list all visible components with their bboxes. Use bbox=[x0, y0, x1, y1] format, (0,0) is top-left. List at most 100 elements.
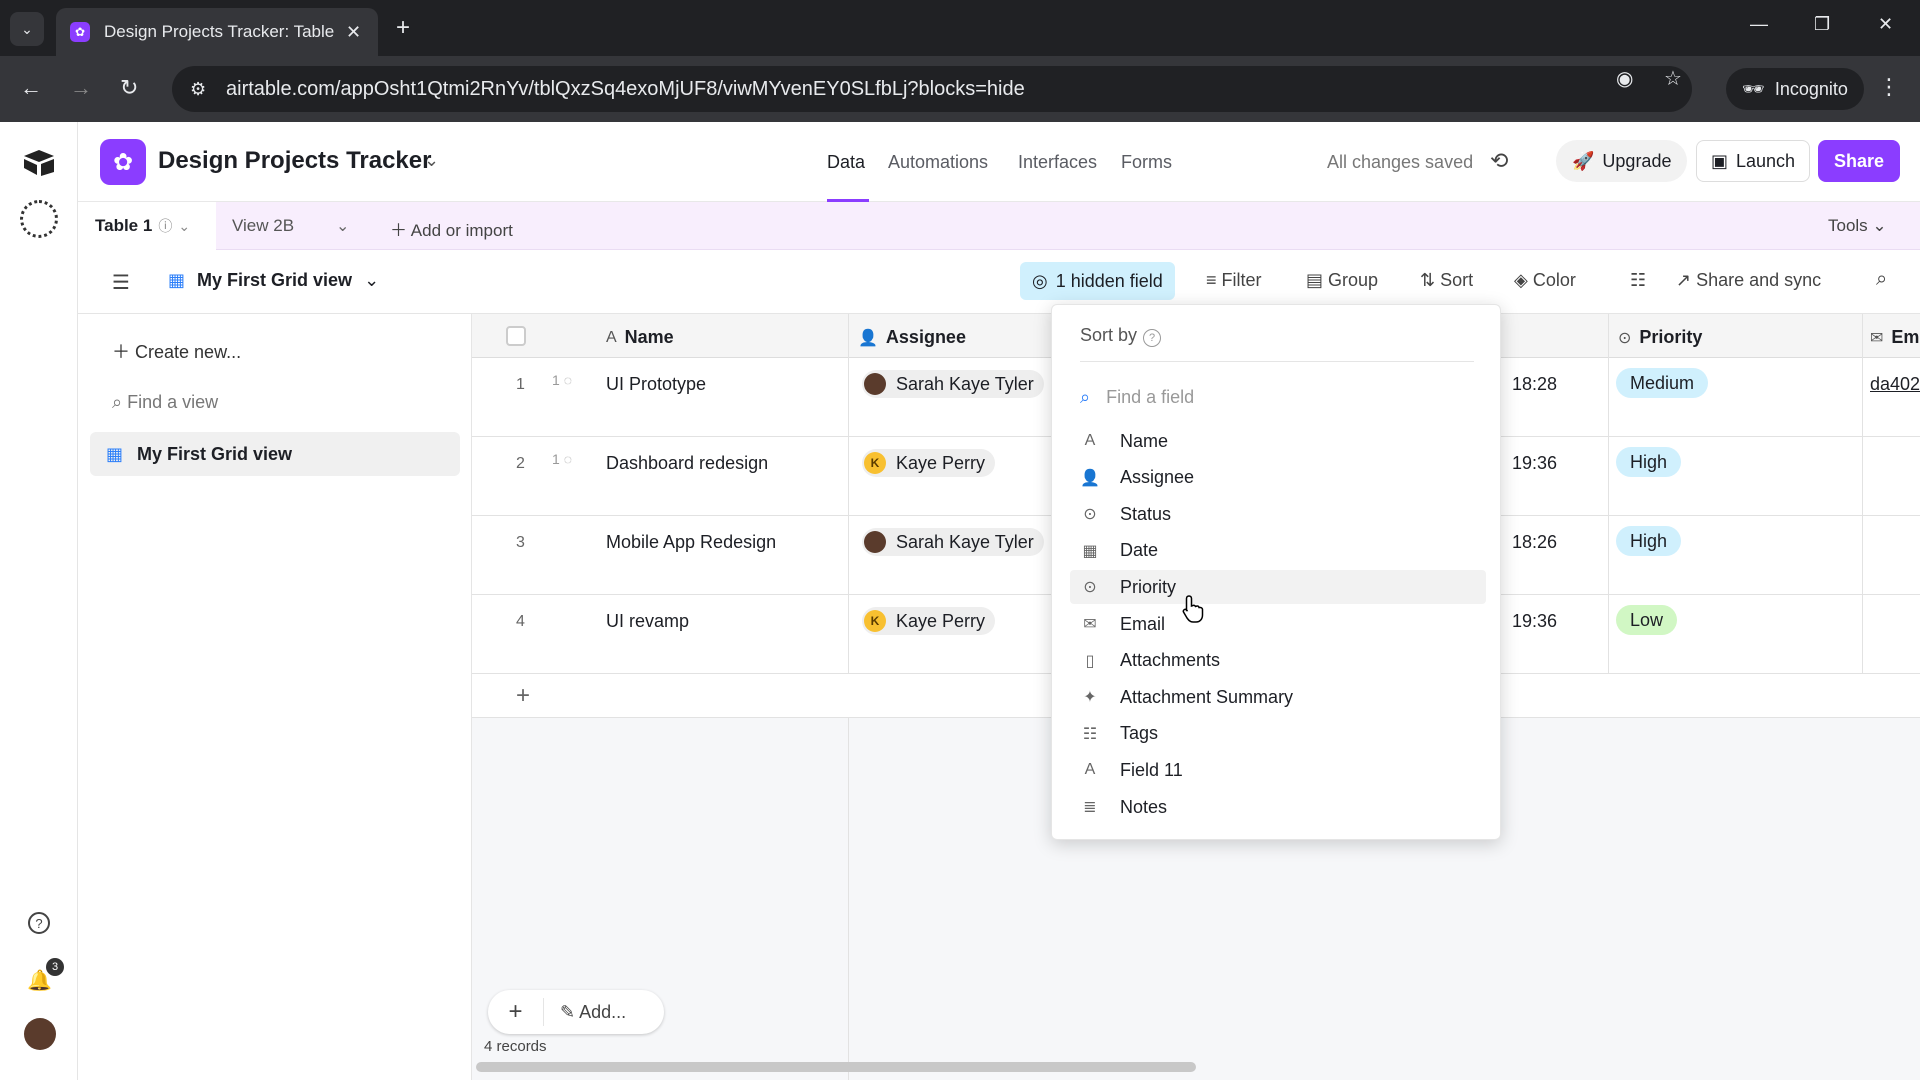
chevron-down-icon[interactable]: ⌄ bbox=[424, 150, 439, 171]
filter-button[interactable]: ≡ Filter bbox=[1206, 270, 1262, 291]
url-text[interactable]: airtable.com/appOsht1Qtmi2RnYv/tblQxzSq4… bbox=[226, 78, 1025, 101]
cell-priority[interactable]: Low bbox=[1616, 605, 1678, 635]
tab-automations[interactable]: Automations bbox=[888, 152, 988, 173]
sort-field-tags[interactable]: ☷ Tags bbox=[1070, 717, 1486, 751]
cell-name[interactable]: Mobile App Redesign bbox=[606, 532, 776, 553]
new-tab-button[interactable]: + bbox=[396, 14, 410, 42]
sort-button[interactable]: ⇅ Sort bbox=[1420, 270, 1473, 291]
history-icon[interactable]: ⟲ bbox=[1490, 148, 1508, 174]
sort-field-status[interactable]: ⊙ Status bbox=[1070, 497, 1486, 531]
column-header-name[interactable]: A Name bbox=[606, 327, 674, 348]
bookmark-star-icon[interactable]: ☆ bbox=[1664, 66, 1682, 91]
cell-email[interactable]: da402 bbox=[1870, 374, 1920, 395]
more-tables-chevron-icon[interactable]: ⌄ bbox=[336, 216, 349, 236]
site-settings-icon[interactable]: ⚙ bbox=[190, 79, 212, 100]
plus-icon[interactable]: + bbox=[488, 998, 544, 1026]
column-header-email[interactable]: ✉ Em bbox=[1870, 327, 1919, 348]
airtable-logo-icon[interactable] bbox=[22, 148, 56, 176]
add-with-ai-button[interactable]: ✎ Add... bbox=[544, 1002, 626, 1023]
tab-interfaces[interactable]: Interfaces bbox=[1018, 152, 1097, 173]
sort-field-date[interactable]: ▦ Date bbox=[1070, 534, 1486, 568]
tab-close-icon[interactable]: ✕ bbox=[346, 22, 361, 43]
create-new-label: Create new... bbox=[135, 342, 242, 362]
search-icon[interactable]: ⌕ bbox=[1876, 268, 1887, 291]
incognito-badge[interactable]: 🕶 Incognito bbox=[1726, 68, 1864, 110]
column-header-priority[interactable]: ⊙ Priority bbox=[1618, 327, 1702, 348]
cell-time[interactable]: 19:36 bbox=[1512, 453, 1557, 474]
add-record-button[interactable]: + ✎ Add... bbox=[488, 990, 664, 1034]
hamburger-icon[interactable]: ☰ bbox=[112, 270, 130, 295]
upgrade-button[interactable]: 🚀 Upgrade bbox=[1556, 140, 1688, 182]
view-name: My First Grid view bbox=[197, 270, 353, 290]
address-bar[interactable]: ⚙ airtable.com/appOsht1Qtmi2RnYv/tblQxzS… bbox=[172, 66, 1692, 112]
info-icon[interactable]: ⓘ bbox=[158, 216, 172, 236]
cell-assignee[interactable]: K Kaye Perry bbox=[862, 449, 996, 477]
chevron-down-icon[interactable]: ⌄ bbox=[178, 218, 190, 235]
group-button[interactable]: ▤ Group bbox=[1306, 270, 1378, 291]
tab-forms[interactable]: Forms bbox=[1121, 152, 1172, 173]
color-button[interactable]: ◈ Color bbox=[1514, 270, 1576, 291]
cell-assignee[interactable]: Sarah Kaye Tyler bbox=[862, 370, 1044, 398]
group-label: Group bbox=[1328, 270, 1379, 290]
workspace-icon[interactable] bbox=[20, 200, 58, 238]
launch-button[interactable]: ▣ Launch bbox=[1696, 140, 1811, 182]
base-icon[interactable]: ✿ bbox=[100, 139, 146, 185]
cell-time[interactable]: 18:28 bbox=[1512, 374, 1557, 395]
table-tab-table1[interactable]: Table 1 ⓘ ⌄ bbox=[78, 202, 216, 250]
cell-name[interactable]: Dashboard redesign bbox=[606, 453, 768, 474]
cell-time[interactable]: 19:36 bbox=[1512, 611, 1557, 632]
row-height-icon[interactable]: ☷ bbox=[1630, 270, 1646, 291]
browser-tab[interactable]: ✿ Design Projects Tracker: Table 1 ✕ bbox=[56, 8, 378, 56]
back-icon[interactable]: ← bbox=[20, 76, 42, 100]
cell-assignee[interactable]: K Kaye Perry bbox=[862, 607, 996, 635]
sort-field-email[interactable]: ✉ Email bbox=[1070, 607, 1486, 641]
eye-off-icon[interactable]: ◉ bbox=[1616, 66, 1633, 91]
horizontal-scrollbar[interactable] bbox=[476, 1062, 1196, 1072]
plus-icon[interactable]: + bbox=[516, 682, 530, 710]
restore-icon[interactable]: ❐ bbox=[1814, 14, 1830, 35]
avatar bbox=[864, 531, 886, 553]
add-or-import-button[interactable]: ＋ Add or import bbox=[390, 216, 513, 241]
tab-search-button[interactable]: ⌄ bbox=[10, 12, 44, 46]
cell-priority[interactable]: High bbox=[1616, 526, 1682, 556]
hand-cursor-icon bbox=[1182, 595, 1204, 623]
minimize-icon[interactable]: — bbox=[1750, 14, 1768, 35]
reload-icon[interactable]: ↻ bbox=[120, 76, 138, 100]
view-switcher[interactable]: ▦ My First Grid view ⌄ bbox=[168, 270, 379, 291]
tools-menu[interactable]: Tools ⌄ bbox=[1828, 216, 1887, 236]
share-sync-button[interactable]: ↗ Share and sync bbox=[1676, 270, 1821, 291]
cell-assignee[interactable]: Sarah Kaye Tyler bbox=[862, 528, 1044, 556]
user-avatar[interactable] bbox=[24, 1018, 56, 1050]
share-button[interactable]: Share bbox=[1818, 140, 1901, 182]
base-title[interactable]: Design Projects Tracker bbox=[158, 147, 431, 175]
sort-field-notes[interactable]: ≣ Notes bbox=[1070, 790, 1486, 824]
help-icon[interactable]: ? bbox=[1143, 329, 1162, 347]
sort-field-field-11[interactable]: A Field 11 bbox=[1070, 753, 1486, 787]
find-view-input[interactable]: ⌕ Find a view bbox=[112, 392, 218, 413]
hidden-fields-button[interactable]: ◎ 1 hidden field bbox=[1020, 262, 1175, 300]
select-all-checkbox[interactable] bbox=[506, 326, 526, 346]
table-tab-view2b[interactable]: View 2B bbox=[232, 216, 294, 236]
create-view-button[interactable]: ＋ Create new... bbox=[112, 338, 241, 364]
comment-count[interactable]: 1 ◌ bbox=[552, 451, 572, 467]
column-header-assignee[interactable]: 👤 Assignee bbox=[858, 327, 966, 348]
sidebar-item-my-first-grid-view[interactable]: ▦ My First Grid view bbox=[90, 432, 460, 476]
cell-time[interactable]: 18:26 bbox=[1512, 532, 1557, 553]
forward-icon[interactable]: → bbox=[70, 76, 92, 100]
cell-priority[interactable]: Medium bbox=[1616, 368, 1709, 398]
cell-priority[interactable]: High bbox=[1616, 447, 1682, 477]
find-field-input[interactable]: ⌕ Find a field bbox=[1080, 387, 1194, 408]
browser-menu-icon[interactable]: ⋮ bbox=[1878, 74, 1900, 100]
cell-name[interactable]: UI revamp bbox=[606, 611, 689, 632]
sort-field-name[interactable]: A Name bbox=[1070, 424, 1486, 458]
sort-field-priority[interactable]: ⊙ Priority bbox=[1070, 570, 1486, 605]
cell-name[interactable]: UI Prototype bbox=[606, 374, 706, 395]
sort-field-attachments[interactable]: ▯ Attachments bbox=[1070, 644, 1486, 678]
help-icon[interactable]: ? bbox=[28, 912, 50, 934]
sort-field-assignee[interactable]: 👤 Assignee bbox=[1070, 461, 1486, 495]
close-window-icon[interactable]: ✕ bbox=[1878, 14, 1893, 35]
browser-toolbar: ← → ↻ ⚙ airtable.com/appOsht1Qtmi2RnYv/t… bbox=[0, 56, 1920, 122]
tab-data[interactable]: Data bbox=[827, 152, 865, 173]
sort-field-attachment-summary[interactable]: ✦ Attachment Summary bbox=[1070, 680, 1486, 714]
comment-count[interactable]: 1 ◌ bbox=[552, 372, 572, 388]
